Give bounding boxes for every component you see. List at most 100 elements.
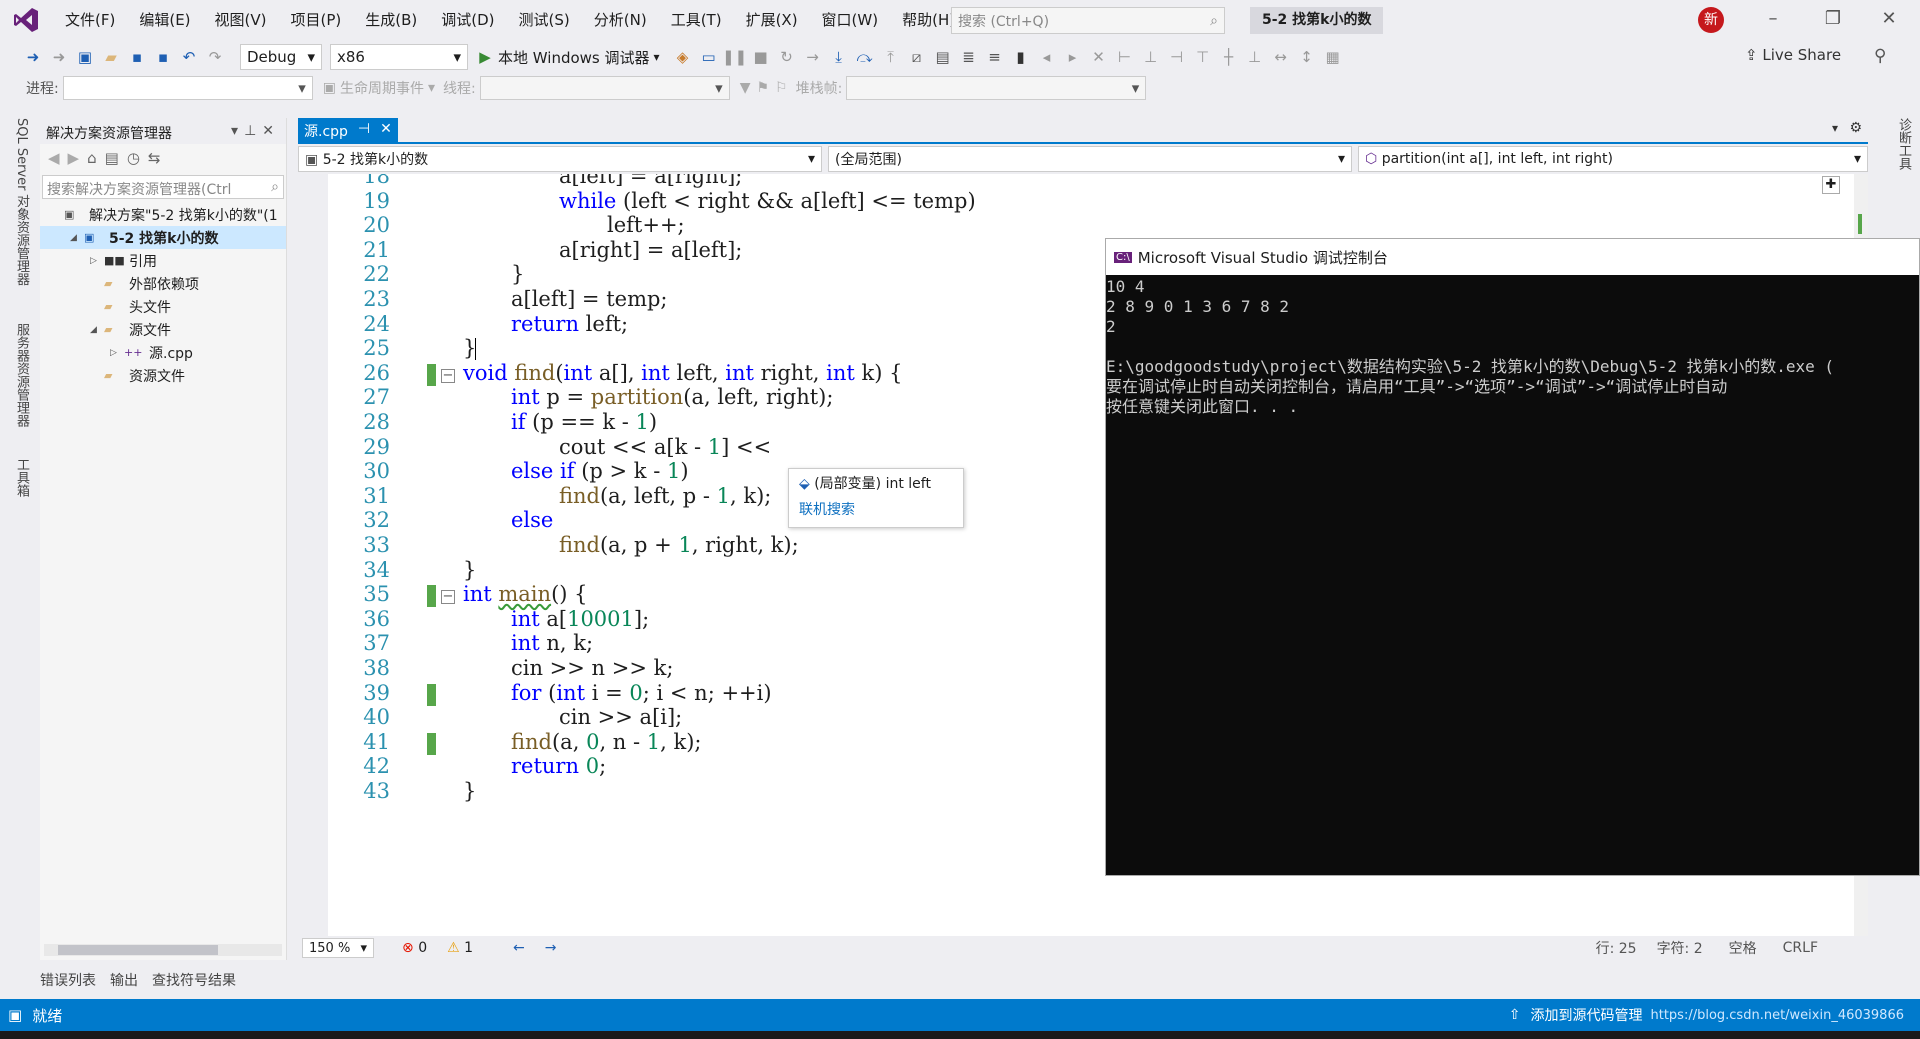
chevron-down-icon[interactable]: ▾ bbox=[231, 123, 244, 139]
home-icon[interactable]: ⌂ bbox=[87, 149, 97, 167]
code-line[interactable]: int n, k; bbox=[511, 631, 593, 655]
size-grid-icon[interactable]: ▦ bbox=[1322, 46, 1344, 68]
code-line[interactable]: cin >> n >> k; bbox=[511, 656, 673, 680]
menu-item[interactable]: 调试(D) bbox=[429, 0, 506, 40]
code-line[interactable]: find(a, left, p - 1, k); bbox=[559, 484, 771, 508]
solution-search-input[interactable]: 搜索解决方案资源管理器(Ctrl ⌕ bbox=[42, 175, 284, 199]
save-icon[interactable]: ▪ bbox=[126, 46, 148, 68]
pin-icon[interactable]: ⊥ bbox=[244, 123, 262, 139]
tree-item[interactable]: ◢ ▰ 源文件 bbox=[40, 318, 286, 341]
play-icon[interactable]: ▶ bbox=[474, 46, 496, 68]
prev-bookmark-icon[interactable]: ◂ bbox=[1036, 46, 1058, 68]
format-icon[interactable]: ▤ bbox=[932, 46, 954, 68]
add-to-source-control[interactable]: 添加到源代码管理 bbox=[1530, 1005, 1642, 1025]
bookmark-icon[interactable]: ▮ bbox=[1010, 46, 1032, 68]
tree-item[interactable]: ▷ ++ 源.cpp bbox=[40, 341, 286, 364]
code-line[interactable]: a[left] = a[right]; bbox=[559, 174, 742, 188]
close-icon[interactable]: ✕ bbox=[380, 121, 392, 139]
code-line[interactable]: while (left < right && a[left] <= temp) bbox=[559, 189, 976, 213]
code-line[interactable]: left++; bbox=[607, 213, 685, 237]
align-top-icon[interactable]: ⊤ bbox=[1192, 46, 1214, 68]
code-line[interactable]: a[right] = a[left]; bbox=[559, 238, 742, 262]
code-line[interactable]: } bbox=[463, 558, 476, 582]
error-icon[interactable]: ⊗ 0 bbox=[402, 940, 427, 956]
platform-select[interactable]: x86 ▾ bbox=[330, 44, 468, 70]
gear-icon[interactable]: ⚙ bbox=[1849, 120, 1862, 136]
zoom-select[interactable]: 150 % ▾ bbox=[302, 938, 374, 958]
tree-item[interactable]: ▰ 外部依赖项 bbox=[40, 272, 286, 295]
whitespace-indicator[interactable]: 空格 bbox=[1729, 938, 1757, 958]
code-line[interactable]: find(a, p + 1, right, k); bbox=[559, 533, 799, 557]
toolbox-tab[interactable]: 工具箱 bbox=[12, 458, 31, 497]
align-bottom-icon[interactable]: ⊥ bbox=[1244, 46, 1266, 68]
menu-item[interactable]: 文件(F) bbox=[53, 0, 127, 40]
menu-item[interactable]: 分析(N) bbox=[582, 0, 659, 40]
restart-icon[interactable]: ↻ bbox=[776, 46, 798, 68]
filter-icon[interactable]: ▼ bbox=[740, 80, 751, 96]
avatar[interactable]: 新 bbox=[1698, 7, 1724, 33]
scope-select[interactable]: (全局范围) ▾ bbox=[828, 146, 1352, 172]
member-select[interactable]: ⬡ partition(int a[], int left, int right… bbox=[1358, 146, 1868, 172]
thread-select[interactable]: ▾ bbox=[479, 76, 730, 100]
split-icon[interactable]: ✚ bbox=[1822, 176, 1840, 194]
diagnostic-tools-tab[interactable]: 诊断工具 bbox=[1894, 118, 1913, 170]
tree-item[interactable]: ▣ 解决方案"5-2 找第k小的数"(1 bbox=[40, 203, 286, 226]
tab-error-list[interactable]: 错误列表 bbox=[40, 970, 96, 990]
code-line[interactable]: cout << a[k - 1] << bbox=[559, 435, 771, 459]
server-explorer-tab[interactable]: 服务器资源管理器 bbox=[12, 323, 31, 427]
same-width-icon[interactable]: ↔ bbox=[1270, 46, 1292, 68]
menu-item[interactable]: 窗口(W) bbox=[810, 0, 891, 40]
run-debugger-button[interactable]: 本地 Windows 调试器 bbox=[498, 47, 650, 68]
history-icon[interactable]: ◷ bbox=[127, 149, 140, 167]
project-select[interactable]: ▣ 5-2 找第k小的数 ▾ bbox=[298, 146, 822, 172]
process-select[interactable]: ▾ bbox=[62, 76, 313, 100]
collapse-toggle-icon[interactable]: − bbox=[441, 368, 455, 383]
code-line[interactable]: int p = partition(a, left, right); bbox=[511, 385, 833, 409]
code-line[interactable]: return 0; bbox=[511, 754, 606, 778]
debug-console-window[interactable]: C:\ Microsoft Visual Studio 调试控制台 10 42 … bbox=[1105, 238, 1920, 876]
code-line[interactable]: cin >> a[i]; bbox=[559, 705, 682, 729]
undo-icon[interactable]: ↶ bbox=[178, 46, 200, 68]
align-left-icon[interactable]: ⊢ bbox=[1114, 46, 1136, 68]
close-icon[interactable]: ✕ bbox=[1874, 8, 1904, 29]
chevron-down-icon[interactable]: ▾ bbox=[654, 50, 660, 64]
code-line[interactable]: } bbox=[511, 262, 524, 286]
screenshot-icon[interactable]: ▭ bbox=[698, 46, 720, 68]
code-line[interactable]: if (p == k - 1) bbox=[511, 410, 657, 434]
same-height-icon[interactable]: ↕ bbox=[1296, 46, 1318, 68]
expand-arrow-icon[interactable]: ▷ bbox=[90, 256, 104, 266]
show-next-icon[interactable]: → bbox=[802, 46, 824, 68]
tab-output[interactable]: 输出 bbox=[110, 970, 138, 990]
warning-icon[interactable]: ⚠ 1 bbox=[447, 940, 473, 956]
clear-bookmark-icon[interactable]: ✕ bbox=[1088, 46, 1110, 68]
tree-item[interactable]: ▰ 资源文件 bbox=[40, 364, 286, 387]
align-right-icon[interactable]: ⊣ bbox=[1166, 46, 1188, 68]
step-into-icon[interactable]: ⤓ bbox=[828, 46, 850, 68]
menu-item[interactable]: 视图(V) bbox=[203, 0, 279, 40]
search-input[interactable]: 搜索 (Ctrl+Q) ⌕ bbox=[951, 7, 1225, 34]
tab-source-cpp[interactable]: 源.cpp ⊣ ✕ bbox=[298, 118, 398, 142]
live-share-button[interactable]: ⇪ Live Share bbox=[1745, 46, 1841, 64]
switch-views-icon[interactable]: ▤ bbox=[105, 149, 119, 167]
stop-icon[interactable]: ■ bbox=[750, 46, 772, 68]
sql-server-explorer-tab[interactable]: SQL Server 对象资源管理器 bbox=[12, 118, 31, 286]
tree-item[interactable]: ▰ 头文件 bbox=[40, 295, 286, 318]
horizontal-scrollbar[interactable] bbox=[44, 944, 282, 956]
tab-find-symbol-results[interactable]: 查找符号结果 bbox=[152, 970, 236, 990]
flag-icon[interactable]: ⚑ bbox=[756, 80, 769, 96]
next-bookmark-icon[interactable]: ▸ bbox=[1062, 46, 1084, 68]
menu-item[interactable]: 编辑(E) bbox=[127, 0, 202, 40]
code-line[interactable]: else bbox=[511, 508, 553, 532]
menu-item[interactable]: 项目(P) bbox=[279, 0, 354, 40]
code-line[interactable]: find(a, 0, n - 1, k); bbox=[511, 730, 701, 754]
nav-forward-icon[interactable]: → bbox=[545, 940, 557, 956]
restore-icon[interactable]: ❐ bbox=[1818, 8, 1848, 29]
menu-item[interactable]: 扩展(X) bbox=[734, 0, 810, 40]
align-center-icon[interactable]: ⊥ bbox=[1140, 46, 1162, 68]
new-project-icon[interactable]: ▣ bbox=[74, 46, 96, 68]
config-select[interactable]: Debug ▾ bbox=[240, 44, 322, 70]
back-icon[interactable]: ◀ bbox=[48, 149, 60, 167]
chevron-down-icon[interactable]: ▾ bbox=[1832, 121, 1838, 135]
nav-back-icon[interactable]: ← bbox=[513, 940, 525, 956]
align-middle-icon[interactable]: ┼ bbox=[1218, 46, 1240, 68]
